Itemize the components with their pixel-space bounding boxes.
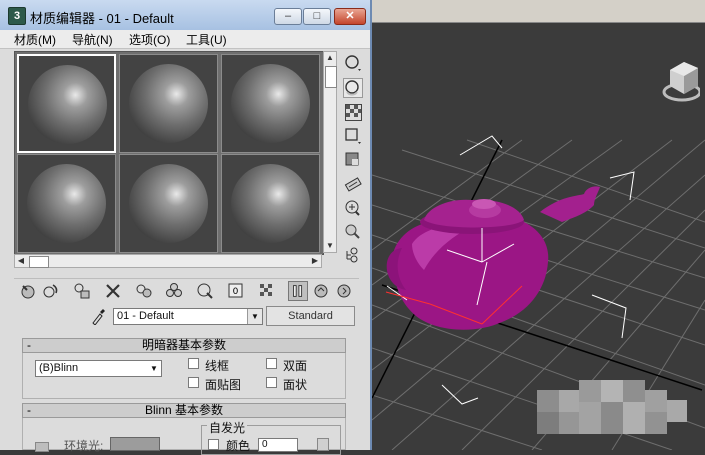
slots-horizontal-scrollbar[interactable]: ◀ ▶ xyxy=(14,254,322,268)
collapse-icon: - xyxy=(27,403,31,417)
go-forward-to-sibling-icon[interactable] xyxy=(334,281,354,301)
app-icon: 3 xyxy=(8,7,26,25)
two-sided-checkbox[interactable] xyxy=(266,358,277,369)
go-to-parent-icon[interactable] xyxy=(311,281,331,301)
wire-label: 线框 xyxy=(205,359,230,373)
eyedropper-icon[interactable] xyxy=(90,307,106,325)
chevron-down-icon[interactable]: ▼ xyxy=(247,309,262,324)
material-name-value: 01 - Default xyxy=(117,310,174,322)
material-sphere xyxy=(28,65,107,144)
menu-bar: 材质(M) 导航(N) 选项(O) 工具(U) xyxy=(0,30,370,49)
wire-checkbox[interactable] xyxy=(188,358,199,369)
options-icon[interactable] xyxy=(343,198,363,218)
two-sided-label: 双面 xyxy=(283,359,308,373)
rollout-title: Blinn 基本参数 xyxy=(144,403,224,417)
scroll-up-icon[interactable]: ▲ xyxy=(324,52,336,64)
sample-slot[interactable] xyxy=(119,154,218,253)
menu-navigation[interactable]: 导航(N) xyxy=(72,31,113,48)
make-preview-icon[interactable] xyxy=(343,174,363,194)
scroll-thumb[interactable] xyxy=(29,256,49,268)
sample-slot[interactable] xyxy=(17,154,116,253)
shader-dropdown[interactable]: (B)Blinn ▼ xyxy=(35,360,162,377)
material-type-button[interactable]: Standard xyxy=(266,306,355,326)
scroll-left-icon[interactable]: ◀ xyxy=(15,255,27,267)
background-checker-icon[interactable] xyxy=(343,102,363,122)
self-illumination-title: 自发光 xyxy=(207,419,248,436)
menu-material[interactable]: 材质(M) xyxy=(14,31,56,48)
viewcube[interactable] xyxy=(660,56,700,102)
shader-basic-params-rollout[interactable]: - 明暗器基本参数 xyxy=(22,338,346,353)
scroll-down-icon[interactable]: ▼ xyxy=(324,240,336,252)
put-to-scene-icon[interactable] xyxy=(41,281,61,301)
face-map-checkbox[interactable] xyxy=(188,377,199,388)
make-unique-icon[interactable] xyxy=(164,281,184,301)
minimize-button[interactable]: – xyxy=(274,8,302,25)
material-id-channel-icon[interactable]: 0 xyxy=(226,281,246,301)
teapot-object[interactable] xyxy=(386,186,600,330)
ambient-color-swatch[interactable] xyxy=(110,437,160,451)
assign-to-selection-icon[interactable] xyxy=(72,281,92,301)
put-to-library-icon[interactable] xyxy=(195,281,215,301)
chevron-down-icon: ▼ xyxy=(150,364,158,373)
self-illum-value: 0 xyxy=(262,439,268,450)
collapse-icon: - xyxy=(27,338,31,352)
ambient-lock-button[interactable] xyxy=(35,442,49,452)
slots-vertical-scrollbar[interactable]: ▲ ▼ xyxy=(323,51,337,253)
sample-slot[interactable] xyxy=(221,54,320,153)
sample-slot[interactable] xyxy=(119,54,218,153)
right-toolbar xyxy=(341,51,367,271)
uv-tiling-icon[interactable] xyxy=(343,126,363,146)
reset-map-icon[interactable] xyxy=(103,281,123,301)
window-title: 材质编辑器 - 01 - Default xyxy=(30,11,174,26)
sample-slot[interactable] xyxy=(17,54,116,153)
scroll-right-icon[interactable]: ▶ xyxy=(309,255,321,267)
shader-value: (B)Blinn xyxy=(39,362,79,374)
self-illum-map-button[interactable] xyxy=(317,438,329,451)
backlight-icon[interactable] xyxy=(343,78,363,98)
blurred-watermark xyxy=(537,380,687,434)
scroll-thumb[interactable] xyxy=(325,66,337,88)
show-map-in-viewport-icon[interactable] xyxy=(257,281,277,301)
show-end-result-icon[interactable] xyxy=(288,281,308,301)
sample-type-sphere-icon[interactable] xyxy=(343,53,363,73)
make-copy-icon[interactable] xyxy=(134,281,154,301)
faceted-label: 面状 xyxy=(283,378,308,392)
material-sphere xyxy=(129,164,208,243)
menu-options[interactable]: 选项(O) xyxy=(129,31,170,48)
self-illum-color-label: 颜色 xyxy=(226,439,251,453)
material-map-navigator-icon[interactable] xyxy=(343,246,363,266)
rollout-title: 明暗器基本参数 xyxy=(141,338,226,352)
video-color-check-icon[interactable] xyxy=(343,150,363,170)
close-button[interactable]: ✕ xyxy=(334,8,366,25)
self-illum-color-checkbox[interactable] xyxy=(208,439,219,450)
faceted-checkbox[interactable] xyxy=(266,377,277,388)
select-by-material-icon[interactable] xyxy=(343,222,363,242)
material-name-field[interactable]: 01 - Default ▼ xyxy=(113,308,263,325)
sample-slot[interactable] xyxy=(221,154,320,253)
material-editor-window: 3 材质编辑器 - 01 - Default – □ ✕ 材质(M) 导航(N)… xyxy=(0,0,372,455)
face-map-label: 面贴图 xyxy=(205,378,242,392)
material-sphere xyxy=(231,164,310,243)
svg-text:0: 0 xyxy=(233,287,239,297)
perspective-viewport[interactable] xyxy=(372,0,705,450)
get-material-icon[interactable] xyxy=(18,281,38,301)
sample-slots xyxy=(14,51,324,255)
blinn-basic-params-rollout[interactable]: - Blinn 基本参数 xyxy=(22,403,346,418)
material-sphere xyxy=(27,164,106,243)
material-sphere xyxy=(129,64,208,143)
material-sphere xyxy=(231,64,310,143)
maximize-button[interactable]: □ xyxy=(303,8,331,25)
menu-tools[interactable]: 工具(U) xyxy=(186,31,227,48)
material-toolbar: 0 xyxy=(14,278,359,305)
title-bar[interactable]: 3 材质编辑器 - 01 - Default – □ ✕ xyxy=(0,0,370,31)
ambient-label: 环境光: xyxy=(64,439,104,453)
